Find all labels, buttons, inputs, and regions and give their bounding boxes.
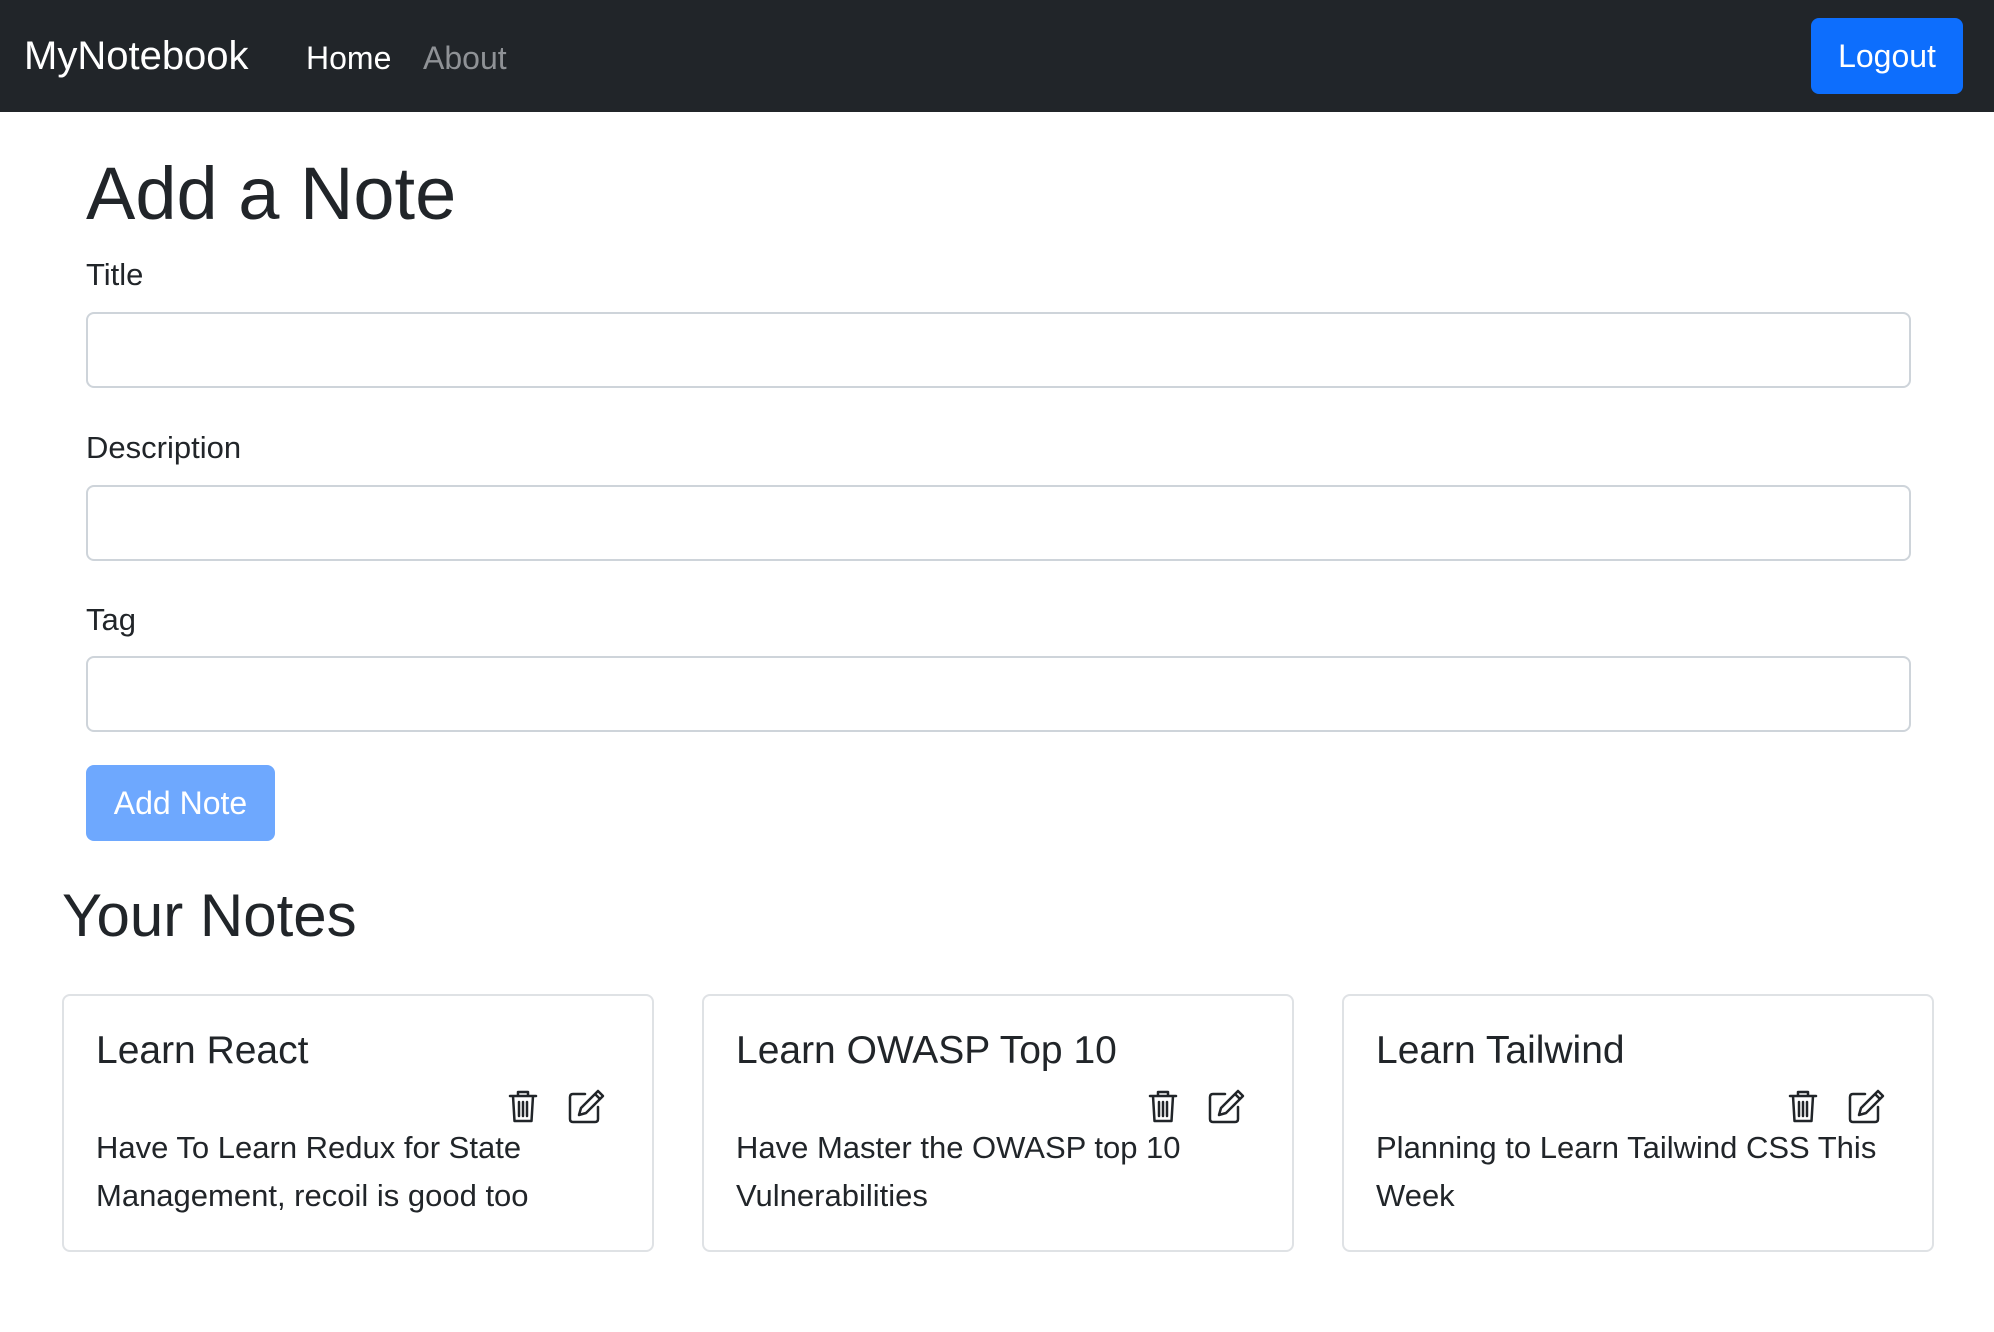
trash-icon[interactable]: [1788, 1090, 1818, 1124]
nav-link-about[interactable]: About: [423, 38, 507, 78]
note-description: Planning to Learn Tailwind CSS This Week: [1376, 1130, 1877, 1213]
your-notes-heading: Your Notes: [62, 882, 357, 949]
note-title: Learn OWASP Top 10: [736, 1029, 1117, 1072]
description-input[interactable]: [86, 485, 1911, 561]
note-description: Have Master the OWASP top 10 Vulnerabili…: [736, 1130, 1181, 1213]
description-label: Description: [86, 430, 242, 465]
note-title: Learn React: [96, 1029, 309, 1072]
logout-button[interactable]: Logout: [1811, 18, 1963, 94]
navbar-brand[interactable]: MyNotebook: [24, 32, 249, 80]
navbar: MyNotebook Home About Logout: [0, 0, 1994, 112]
edit-icon[interactable]: [1848, 1088, 1886, 1124]
trash-icon[interactable]: [508, 1090, 538, 1124]
note-card: Learn OWASP Top 10 Have Master the OWASP…: [702, 994, 1294, 1252]
tag-input[interactable]: [86, 656, 1911, 732]
tag-label: Tag: [86, 602, 136, 637]
edit-icon[interactable]: [568, 1088, 606, 1124]
note-title: Learn Tailwind: [1376, 1029, 1625, 1072]
trash-icon[interactable]: [1148, 1090, 1178, 1124]
title-input[interactable]: [86, 312, 1911, 388]
note-card: Learn Tailwind Planning to Learn Tailwin…: [1342, 994, 1934, 1252]
edit-icon[interactable]: [1208, 1088, 1246, 1124]
add-note-heading: Add a Note: [86, 152, 457, 235]
add-note-button[interactable]: Add Note: [86, 765, 275, 841]
nav-link-home[interactable]: Home: [306, 38, 391, 78]
note-card: Learn React Have To Learn Redux for Stat…: [62, 994, 654, 1252]
title-label: Title: [86, 257, 144, 292]
note-description: Have To Learn Redux for State Management…: [96, 1130, 529, 1213]
